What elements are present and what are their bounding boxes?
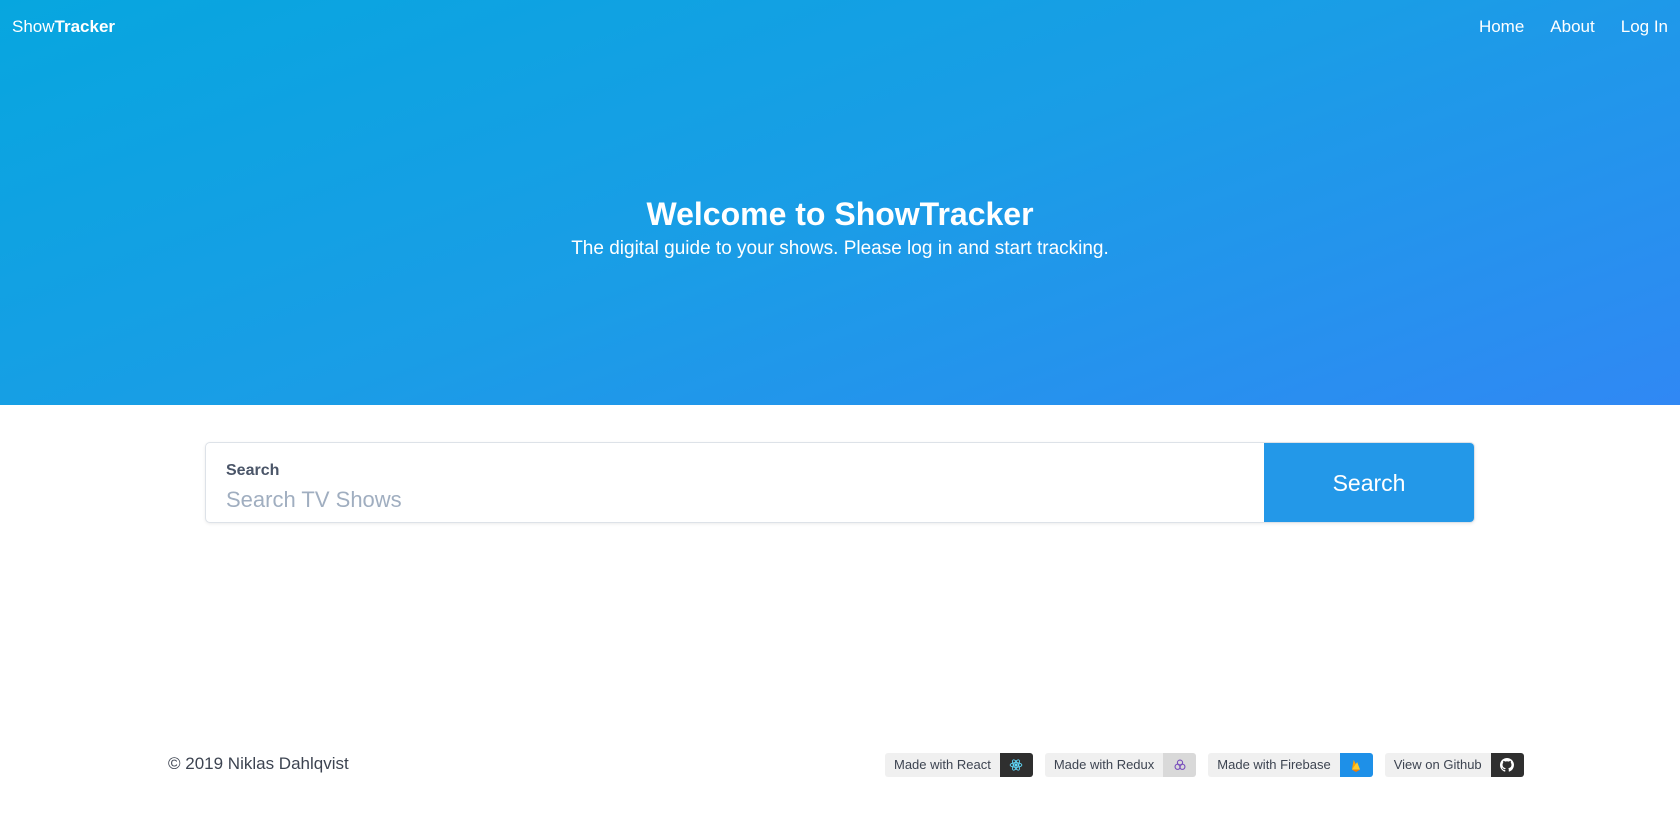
brand-logo[interactable]: ShowTracker: [12, 17, 115, 37]
search-label: Search: [226, 462, 280, 479]
badge-label: Made with React: [885, 753, 1000, 777]
badge-label: Made with Firebase: [1208, 753, 1340, 777]
firebase-icon: [1339, 753, 1373, 777]
react-icon: [999, 753, 1033, 777]
brand-part-tracker: Tracker: [54, 17, 116, 36]
nav-login-link[interactable]: Log In: [1621, 17, 1668, 37]
redux-icon: [1163, 753, 1197, 777]
brand-part-show: Show: [12, 17, 55, 36]
badge-label: View on Github: [1384, 753, 1491, 777]
search-input[interactable]: [226, 483, 1226, 517]
search-button[interactable]: Search: [1264, 443, 1474, 522]
github-icon: [1490, 753, 1524, 777]
badge-label: Made with Redux: [1044, 753, 1164, 777]
made-with-react-badge[interactable]: Made with React: [885, 753, 1033, 777]
hero-subtitle: The digital guide to your shows. Please …: [571, 238, 1109, 259]
footer-badges: Made with React Made with Redux Made wit…: [885, 753, 1524, 777]
nav-about-link[interactable]: About: [1550, 17, 1594, 37]
footer-copyright: © 2019 Niklas Dahlqvist: [168, 754, 349, 773]
top-nav: Home About Log In: [1479, 17, 1668, 37]
view-on-github-badge[interactable]: View on Github: [1384, 753, 1524, 777]
made-with-redux-badge[interactable]: Made with Redux: [1044, 753, 1197, 777]
search-card: Search Search: [205, 442, 1475, 523]
nav-home-link[interactable]: Home: [1479, 17, 1524, 37]
hero-title: Welcome to ShowTracker: [646, 196, 1034, 232]
hero-banner: ShowTracker Home About Log In Welcome to…: [0, 0, 1680, 405]
made-with-firebase-badge[interactable]: Made with Firebase: [1208, 753, 1373, 777]
